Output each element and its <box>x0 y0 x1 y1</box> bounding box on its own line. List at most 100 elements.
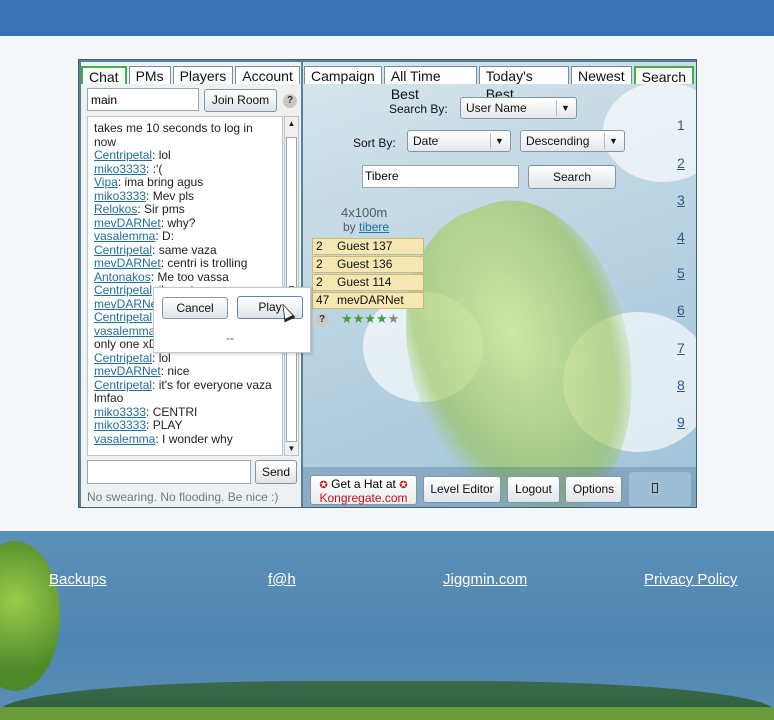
chat-username-link[interactable]: Centripetal <box>94 283 152 297</box>
chat-message: miko3333: PLAY <box>94 418 276 433</box>
star-rating[interactable]: ★★★★★ <box>341 311 399 327</box>
chat-message-text: : :'( <box>146 161 163 176</box>
score-rank: 47 <box>316 293 330 307</box>
tab-chat[interactable]: Chat <box>81 66 127 85</box>
chat-message-text: : why? <box>160 215 196 230</box>
kongregate-hat-button[interactable]: ✪ Get a Hat at ✪ Kongregate.com <box>310 475 417 505</box>
chat-username-link[interactable]: miko3333 <box>94 162 146 176</box>
top-header-bar <box>0 0 774 36</box>
join-room-button[interactable]: Join Room <box>204 89 277 112</box>
page-number-2[interactable]: 2 <box>677 155 685 171</box>
page-number-7[interactable]: 7 <box>677 340 685 356</box>
level-author-link[interactable]: tibere <box>359 220 389 234</box>
chat-username-link[interactable]: Centripetal <box>94 378 152 392</box>
score-rank: 2 <box>316 239 323 253</box>
footer-link-jiggmin[interactable]: Jiggmin.com <box>443 571 527 588</box>
chevron-down-icon: ▼ <box>556 100 574 116</box>
score-row[interactable]: 47 mevDARNet <box>312 292 424 309</box>
chat-username-link[interactable]: vasalemma <box>94 432 155 446</box>
rating-empty-stars: ★ <box>387 311 400 326</box>
chat-rules-text: No swearing. No flooding. Be nice :) <box>87 490 279 504</box>
chat-message-text: only one xD <box>94 337 158 351</box>
tab-pms[interactable]: PMs <box>128 66 171 84</box>
page-number-5[interactable]: 5 <box>677 265 685 281</box>
sort-by-select[interactable]: Date ▼ <box>407 130 511 152</box>
chat-username-link[interactable]: vasalemma <box>94 229 155 243</box>
level-title[interactable]: 4x100m <box>341 205 387 220</box>
options-button[interactable]: Options <box>565 476 622 503</box>
chat-username-link[interactable]: vasalemma <box>94 324 155 338</box>
tab-search[interactable]: Search <box>633 66 694 85</box>
kongregate-gem-icon: ✪ <box>399 480 408 491</box>
chat-username-link[interactable]: miko3333 <box>94 405 146 419</box>
chat-message-text: : CENTRI <box>146 404 198 419</box>
tab-players[interactable]: Players <box>172 66 234 84</box>
logout-button[interactable]: Logout <box>507 476 560 503</box>
search-by-value: User Name <box>466 101 527 115</box>
search-button[interactable]: Search <box>528 165 616 189</box>
search-by-select[interactable]: User Name ▼ <box>460 97 577 119</box>
sort-order-select[interactable]: Descending ▼ <box>520 130 625 152</box>
tab-campaign[interactable]: Campaign <box>304 66 382 84</box>
score-rank: 2 <box>316 257 323 271</box>
page-number-3[interactable]: 3 <box>677 192 685 208</box>
speaker-button[interactable] <box>628 471 692 507</box>
chat-username-link[interactable]: mevDARNet <box>94 297 161 311</box>
chat-username-link[interactable]: mevDARNet <box>94 216 161 230</box>
level-author-line: by tibere <box>343 220 389 234</box>
tab-todays-best[interactable]: Today's Best <box>478 66 569 102</box>
search-input[interactable]: Tibere <box>362 165 519 188</box>
sort-by-value: Date <box>413 134 439 148</box>
footer-link-privacy[interactable]: Privacy Policy <box>644 571 737 588</box>
sort-order-value: Descending <box>526 134 590 148</box>
score-row[interactable]: 2 Guest 114 <box>312 274 424 291</box>
chat-username-link[interactable]: Vipa <box>94 175 118 189</box>
chat-message: takes me 10 seconds to log in now <box>94 121 276 149</box>
chat-username-link[interactable]: mevDARNet <box>94 256 161 270</box>
chat-username-link[interactable]: Centripetal <box>94 351 152 365</box>
tab-account[interactable]: Account <box>235 66 300 84</box>
help-icon[interactable]: ? <box>315 313 329 327</box>
cancel-button[interactable]: Cancel <box>162 297 228 319</box>
page-number-4[interactable]: 4 <box>677 229 685 245</box>
chat-message-text: takes me 10 seconds to log in now <box>94 121 253 149</box>
chevron-down-icon: ▼ <box>490 133 508 149</box>
chat-username-link[interactable]: Centripetal <box>94 148 152 162</box>
page-footer: Backups f@h Jiggmin.com Privacy Policy <box>0 531 774 720</box>
page-number-8[interactable]: 8 <box>677 377 685 393</box>
chat-username-link[interactable]: miko3333 <box>94 418 146 432</box>
page-number-6[interactable]: 6 <box>677 302 685 318</box>
chat-message: vasalemma: I wonder why <box>94 432 276 447</box>
chat-username-link[interactable]: mevDARNet <box>94 364 161 378</box>
chat-message: Centripetal: lol <box>94 148 276 163</box>
chat-username-link[interactable]: Antonakos <box>94 270 151 284</box>
chat-message-input[interactable] <box>87 460 251 484</box>
tab-newest[interactable]: Newest <box>570 66 632 84</box>
chat-username-link[interactable]: Centripetal <box>94 243 152 257</box>
chat-tabs: Chat PMs Players Account <box>81 66 302 85</box>
score-row[interactable]: 2 Guest 136 <box>312 256 424 273</box>
kong-line1: Get a Hat at <box>331 477 396 491</box>
scroll-up-icon[interactable]: ▲ <box>286 118 297 129</box>
chat-username-link[interactable]: Centripetal <box>94 310 152 324</box>
help-icon[interactable]: ? <box>283 94 297 108</box>
chat-panel: Chat PMs Players Account Join Room ? tak… <box>81 62 301 507</box>
sort-by-label: Sort By: <box>353 136 396 150</box>
chat-scrollbar[interactable]: ▲ ▼ <box>284 116 299 456</box>
chat-message: mevDARNet: centri is trolling <box>94 256 276 271</box>
chat-username-link[interactable]: miko3333 <box>94 189 146 203</box>
chat-username-link[interactable]: Relokos <box>94 202 137 216</box>
room-input[interactable] <box>87 88 199 111</box>
footer-link-fah[interactable]: f@h <box>268 571 296 588</box>
level-editor-button[interactable]: Level Editor <box>423 476 501 503</box>
send-button[interactable]: Send <box>255 460 297 484</box>
footer-link-backups[interactable]: Backups <box>49 571 107 588</box>
scroll-down-icon[interactable]: ▼ <box>286 443 297 454</box>
speaker-icon <box>652 483 658 493</box>
chat-message-text: : centri is trolling <box>160 256 248 270</box>
tab-all-time-best[interactable]: All Time Best <box>383 66 477 102</box>
page-number-9[interactable]: 9 <box>677 414 685 430</box>
score-row[interactable]: 2 Guest 137 <box>312 238 424 255</box>
page-number-1[interactable]: 1 <box>677 117 685 133</box>
chat-message: miko3333: :'( <box>94 161 276 177</box>
